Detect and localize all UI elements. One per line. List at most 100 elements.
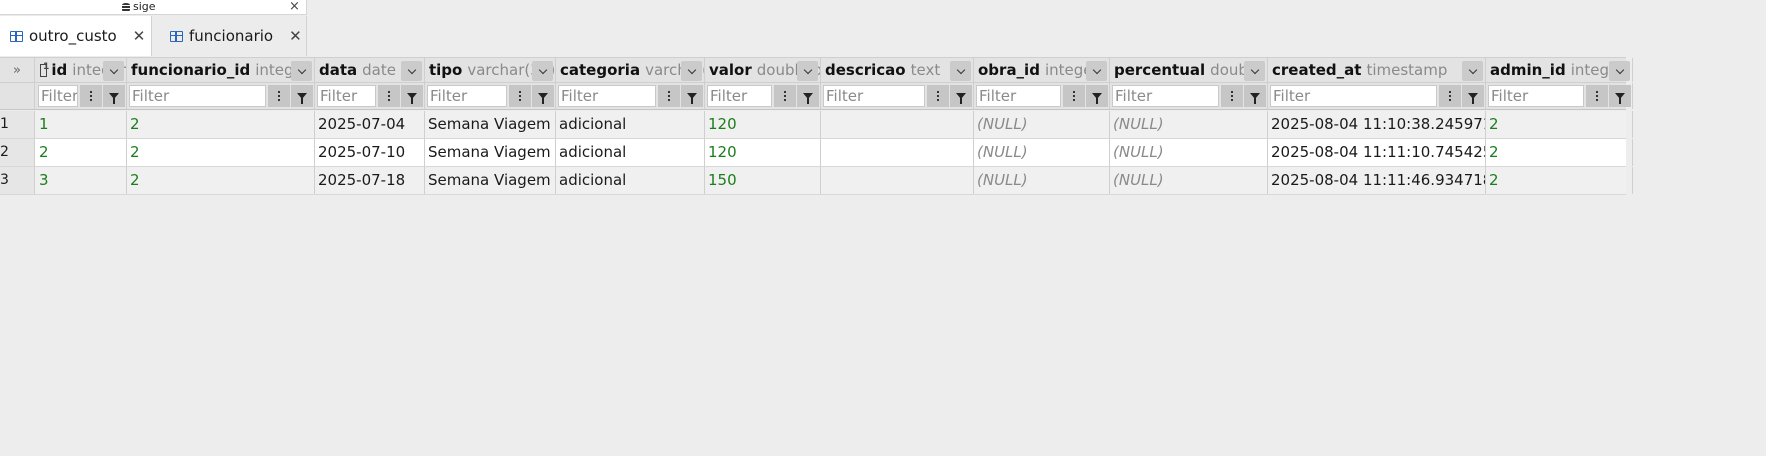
cell-percentual[interactable]: (NULL) [1110, 111, 1268, 138]
cell-id[interactable]: 1 [36, 111, 127, 138]
cell-admin_id[interactable]: 2 [1486, 167, 1633, 194]
filter-icon[interactable] [1244, 85, 1266, 107]
cell-created_at[interactable]: 2025-08-04 11:11:46.934718 [1268, 167, 1486, 194]
more-options-icon[interactable] [1439, 85, 1461, 107]
table-row[interactable]: 1 1 2 2025-07-04 Semana Viagem adicional 120 (N… [0, 111, 1633, 139]
column-menu-button[interactable] [950, 61, 971, 81]
close-tab-icon[interactable]: ✕ [289, 27, 302, 45]
filter-icon[interactable] [950, 85, 972, 107]
cell-obra_id[interactable]: (NULL) [974, 167, 1110, 194]
filter-input[interactable]: Filter [558, 85, 656, 107]
cell-created_at[interactable]: 2025-08-04 11:10:38.245971 [1268, 111, 1486, 138]
filter-input[interactable]: Filter [976, 85, 1061, 107]
cell-obra_id[interactable]: (NULL) [974, 139, 1110, 166]
filter-input[interactable]: Filter [1270, 85, 1437, 107]
column-menu-button[interactable] [401, 61, 422, 81]
filter-input[interactable]: Filter [427, 85, 507, 107]
cell-admin_id[interactable]: 2 [1486, 111, 1633, 138]
cell-tipo[interactable]: Semana Viagem [425, 111, 556, 138]
tab-outro-custo[interactable]: outro_custo ✕ [0, 16, 152, 56]
expand-columns-icon[interactable]: » [0, 58, 35, 82]
cell-valor[interactable]: 150 [705, 167, 821, 194]
cell-funcionario_id[interactable]: 2 [127, 111, 315, 138]
column-header-data[interactable]: data date [315, 58, 425, 82]
more-options-icon[interactable] [80, 85, 102, 107]
cell-admin_id[interactable]: 2 [1486, 139, 1633, 166]
column-menu-button[interactable] [1244, 61, 1265, 81]
more-options-icon[interactable] [268, 85, 290, 107]
close-tab-icon[interactable]: ✕ [133, 27, 146, 45]
table-row[interactable]: 2 2 2 2025-07-10 Semana Viagem adicional 120 (N… [0, 139, 1633, 167]
more-options-icon[interactable] [1586, 85, 1608, 107]
more-options-icon[interactable] [1063, 85, 1085, 107]
cell-created_at[interactable]: 2025-08-04 11:11:10.745425 [1268, 139, 1486, 166]
filter-icon[interactable] [103, 85, 125, 107]
cell-percentual[interactable]: (NULL) [1110, 139, 1268, 166]
column-menu-button[interactable] [532, 61, 553, 81]
filter-icon[interactable] [291, 85, 313, 107]
cell-tipo[interactable]: Semana Viagem [425, 139, 556, 166]
cell-obra_id[interactable]: (NULL) [974, 111, 1110, 138]
column-header-obra_id[interactable]: obra_id integer [974, 58, 1110, 82]
cell-percentual[interactable]: (NULL) [1110, 167, 1268, 194]
filter-input[interactable]: Filter [1488, 85, 1584, 107]
filter-input[interactable]: Filter [129, 85, 266, 107]
cell-tipo[interactable]: Semana Viagem [425, 167, 556, 194]
filter-input[interactable]: Filter [38, 85, 78, 107]
filter-icon[interactable] [532, 85, 554, 107]
table-row[interactable]: 3 3 2 2025-07-18 Semana Viagem adicional 150 (N… [0, 167, 1633, 195]
more-options-icon[interactable] [378, 85, 400, 107]
filter-icon[interactable] [797, 85, 819, 107]
filter-icon[interactable] [1462, 85, 1484, 107]
more-options-icon[interactable] [509, 85, 531, 107]
cell-data[interactable]: 2025-07-10 [315, 139, 425, 166]
cell-descricao[interactable] [821, 139, 974, 166]
cell-id[interactable]: 3 [36, 167, 127, 194]
column-menu-button[interactable] [1086, 61, 1107, 81]
row-number[interactable]: 3 [0, 167, 35, 194]
tab-funcionario[interactable]: funcionario ✕ [152, 16, 307, 56]
column-header-id[interactable]: idinteger [36, 58, 127, 82]
more-options-icon[interactable] [1221, 85, 1243, 107]
close-connection-icon[interactable]: × [289, 0, 300, 14]
column-header-tipo[interactable]: tipo varchar(30) [425, 58, 556, 82]
more-options-icon[interactable] [774, 85, 796, 107]
cell-id[interactable]: 2 [36, 139, 127, 166]
filter-input[interactable]: Filter [823, 85, 925, 107]
column-header-created_at[interactable]: created_at timestamp [1268, 58, 1486, 82]
cell-valor[interactable]: 120 [705, 139, 821, 166]
cell-funcionario_id[interactable]: 2 [127, 167, 315, 194]
column-menu-button[interactable] [797, 61, 818, 81]
cell-funcionario_id[interactable]: 2 [127, 139, 315, 166]
column-menu-button[interactable] [103, 61, 124, 81]
filter-icon[interactable] [681, 85, 703, 107]
column-menu-button[interactable] [681, 61, 702, 81]
filter-input[interactable]: Filter [707, 85, 772, 107]
column-menu-button[interactable] [1462, 61, 1483, 81]
column-header-funcionario_id[interactable]: funcionario_id integer [127, 58, 315, 82]
row-number[interactable]: 2 [0, 139, 35, 166]
cell-descricao[interactable] [821, 167, 974, 194]
more-options-icon[interactable] [927, 85, 949, 107]
column-menu-button[interactable] [1609, 61, 1630, 81]
cell-data[interactable]: 2025-07-18 [315, 167, 425, 194]
cell-valor[interactable]: 120 [705, 111, 821, 138]
cell-descricao[interactable] [821, 111, 974, 138]
more-options-icon[interactable] [658, 85, 680, 107]
filter-icon[interactable] [1609, 85, 1631, 107]
column-header-descricao[interactable]: descricao text [821, 58, 974, 82]
column-header-valor[interactable]: valordouble precision [705, 58, 821, 82]
column-header-categoria[interactable]: categoriavarchar(30) [556, 58, 705, 82]
column-menu-button[interactable] [291, 61, 312, 81]
column-header-percentual[interactable]: percentualdouble precision [1110, 58, 1268, 82]
filter-icon[interactable] [1086, 85, 1108, 107]
column-header-admin_id[interactable]: admin_id integer [1486, 58, 1633, 82]
row-number[interactable]: 1 [0, 111, 35, 138]
cell-categoria[interactable]: adicional [556, 111, 705, 138]
filter-icon[interactable] [401, 85, 423, 107]
cell-data[interactable]: 2025-07-04 [315, 111, 425, 138]
filter-input[interactable]: Filter [1112, 85, 1219, 107]
filter-input[interactable]: Filter [317, 85, 376, 107]
cell-categoria[interactable]: adicional [556, 167, 705, 194]
cell-categoria[interactable]: adicional [556, 139, 705, 166]
